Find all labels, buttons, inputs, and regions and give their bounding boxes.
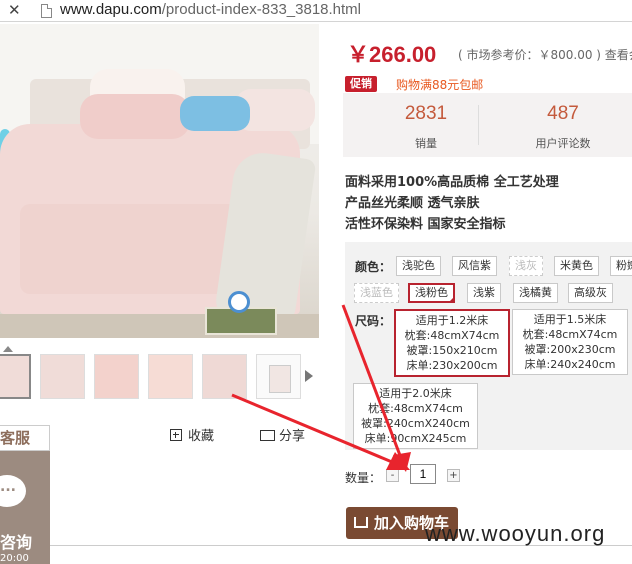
market-reference-price: ( 市场参考价：￥800.00 ) 查看会: [458, 48, 632, 62]
thumbnail[interactable]: [40, 354, 85, 399]
size-line: 枕套:48cmX74cm: [368, 402, 463, 415]
color-option: 浅灰: [509, 256, 543, 276]
thumbnail-next-icon[interactable]: [305, 370, 313, 382]
color-option[interactable]: 高级灰: [568, 283, 613, 303]
review-count-value: 487: [547, 103, 579, 124]
options-panel: 颜色： 浅驼色 风信紫 浅灰 米黄色 粉嫩 浅蓝色 浅粉色 浅紫 浅橘黄 高级灰…: [345, 242, 632, 450]
color-option: 浅蓝色: [354, 283, 399, 303]
thumbnail[interactable]: [148, 354, 193, 399]
color-option[interactable]: 浅橘黄: [513, 283, 558, 303]
size-line: 床单:240x240cm: [524, 358, 616, 371]
color-option[interactable]: 粉嫩: [610, 256, 632, 276]
sales-count-label: 销量: [415, 137, 437, 150]
promo-text: 购物满88元包邮: [396, 78, 484, 92]
photo-pillow-blue: [180, 96, 250, 131]
service-header: 客服: [0, 425, 50, 451]
plus-box-icon: [170, 429, 182, 441]
thumbnail[interactable]: [0, 354, 31, 399]
customer-service-panel[interactable]: 客服 咨询 20:00: [0, 425, 50, 564]
size-option-selected[interactable]: 适用于1.2米床 枕套:48cmX74cm 被罩:150x210cm 床单:23…: [394, 309, 510, 377]
favorite-label: 收藏: [188, 429, 215, 444]
watermark: www.wooyun.org: [425, 521, 606, 546]
share-button[interactable]: 分享: [260, 425, 305, 444]
quantity-label: 数量：: [345, 471, 382, 485]
page-icon: [41, 4, 52, 18]
color-option-selected[interactable]: 浅粉色: [408, 283, 455, 303]
size-line: 被罩:150x210cm: [406, 344, 498, 357]
quantity-input[interactable]: [410, 464, 436, 484]
favorite-button[interactable]: 收藏: [170, 425, 214, 444]
sales-count-value: 2831: [404, 103, 448, 124]
review-count-label: 用户评论数: [535, 137, 591, 150]
product-page: ✕ www.dapu.com/product-index-833_3818.ht…: [0, 0, 632, 564]
size-line: 床单:230x200cm: [406, 359, 498, 372]
share-label: 分享: [279, 429, 306, 444]
thumbnail[interactable]: [94, 354, 139, 399]
size-option[interactable]: 适用于2.0米床 枕套:48cmX74cm 被罩:240cmX240cm 床单:…: [353, 383, 478, 449]
promo-badge: 促销: [345, 76, 377, 92]
size-line: 床单:90cmX245cm: [364, 432, 467, 445]
size-option[interactable]: 适用于1.5米床 枕套:48cmX74cm 被罩:200x230cm 床单:24…: [512, 309, 628, 375]
sales-count: 2831 销量: [356, 93, 496, 157]
divider: [478, 105, 479, 145]
thumbnail[interactable]: [202, 354, 247, 399]
feature-line: 活性环保染料 国家安全指标: [345, 217, 506, 232]
service-hours: 20:00: [0, 553, 29, 564]
product-main-image[interactable]: [0, 24, 319, 338]
review-count[interactable]: 487 用户评论数: [493, 93, 632, 157]
product-price: ￥266.00: [347, 42, 437, 67]
url-path: /product-index-833_3818.html: [161, 1, 362, 18]
photo-clock: [228, 291, 250, 313]
url-host: www.dapu.com: [60, 1, 162, 18]
thumbnail[interactable]: [256, 354, 301, 399]
close-icon[interactable]: ✕: [8, 1, 21, 19]
size-line: 枕套:48cmX74cm: [522, 328, 618, 341]
quantity-minus-button[interactable]: -: [386, 469, 399, 482]
size-line: 适用于2.0米床: [379, 387, 452, 400]
feature-line: 产品丝光柔顺 透气亲肤: [345, 196, 480, 211]
feature-line: 面料采用100%高品质棉 全工艺处理: [345, 175, 559, 190]
thumbnail-strip: [0, 352, 320, 402]
color-option[interactable]: 米黄色: [554, 256, 599, 276]
color-option[interactable]: 浅紫: [467, 283, 501, 303]
color-label: 颜色：: [355, 260, 392, 274]
annotation-arrowhead: [386, 452, 410, 470]
color-option[interactable]: 浅驼色: [396, 256, 441, 276]
size-line: 被罩:200x230cm: [524, 343, 616, 356]
share-icon: [260, 430, 275, 441]
size-line: 被罩:240cmX240cm: [361, 417, 470, 430]
address-bar: ✕ www.dapu.com/product-index-833_3818.ht…: [0, 0, 632, 22]
size-label: 尺码：: [355, 314, 392, 328]
size-line: 枕套:48cmX74cm: [404, 329, 500, 342]
url-field[interactable]: www.dapu.com/product-index-833_3818.html: [60, 1, 361, 18]
size-line: 适用于1.5米床: [533, 313, 607, 326]
size-line: 适用于1.2米床: [415, 314, 489, 327]
chat-bubble-icon: [0, 475, 26, 507]
sales-stats: 2831 销量 487 用户评论数: [343, 93, 632, 157]
consult-label: 咨询: [0, 533, 33, 552]
color-option[interactable]: 风信紫: [452, 256, 497, 276]
quantity-plus-button[interactable]: +: [447, 469, 460, 482]
cart-icon: [354, 517, 368, 528]
photo-pillow: [80, 94, 190, 139]
